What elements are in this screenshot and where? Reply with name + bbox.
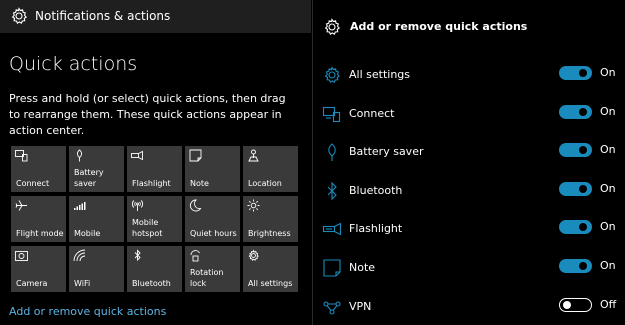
airplane-icon bbox=[15, 199, 28, 212]
row-label: All settings bbox=[349, 68, 410, 81]
gear-icon bbox=[322, 65, 342, 85]
moon-icon bbox=[189, 199, 202, 212]
bluetooth-icon bbox=[322, 181, 342, 201]
battery-saver-icon bbox=[322, 142, 342, 162]
tile-rotation-lock[interactable]: Rotation lock bbox=[185, 246, 240, 292]
row-label: Battery saver bbox=[349, 145, 424, 158]
tile-bluetooth[interactable]: Bluetooth bbox=[127, 246, 182, 292]
toggle-state: On bbox=[600, 105, 616, 118]
tile-flashlight[interactable]: Flashlight bbox=[127, 146, 182, 192]
notifications-pane: Notifications & actions Quick actions Pr… bbox=[0, 0, 311, 325]
vpn-icon bbox=[322, 297, 342, 317]
tile-connect[interactable]: Connect bbox=[11, 146, 66, 192]
gear-icon bbox=[322, 17, 342, 37]
gear-icon bbox=[247, 249, 260, 262]
gear-icon bbox=[9, 6, 29, 26]
location-icon bbox=[247, 149, 260, 162]
description-text: Press and hold (or select) quick actions… bbox=[9, 92, 286, 137]
flashlight-icon bbox=[131, 149, 144, 162]
tile-note[interactable]: Note bbox=[185, 146, 240, 192]
toggle-switch[interactable] bbox=[559, 259, 592, 273]
tile-battery-saver[interactable]: Battery saver bbox=[69, 146, 124, 192]
connect-icon bbox=[322, 104, 342, 124]
camera-icon bbox=[15, 249, 28, 262]
page-header: Notifications & actions bbox=[0, 0, 311, 33]
tile-camera[interactable]: Camera bbox=[11, 246, 66, 292]
toggle-state: On bbox=[600, 182, 616, 195]
tile-all-settings[interactable]: All settings bbox=[243, 246, 298, 292]
hotspot-icon bbox=[131, 199, 144, 212]
flashlight-icon bbox=[322, 219, 342, 239]
bluetooth-icon bbox=[131, 249, 144, 262]
tile-brightness[interactable]: Brightness bbox=[243, 196, 298, 242]
battery-saver-icon bbox=[73, 149, 86, 162]
note-icon bbox=[322, 258, 342, 278]
tile-quiet-hours[interactable]: Quiet hours bbox=[185, 196, 240, 242]
toggle-switch[interactable] bbox=[559, 66, 592, 80]
add-remove-pane: Add or remove quick actions All settings… bbox=[312, 0, 625, 325]
signal-icon bbox=[73, 199, 86, 212]
row-all-settings: All settings On bbox=[313, 61, 625, 91]
toggle-state: On bbox=[600, 220, 616, 233]
row-flashlight: Flashlight On bbox=[313, 215, 625, 245]
tile-location[interactable]: Location bbox=[243, 146, 298, 192]
row-note: Note On bbox=[313, 254, 625, 284]
note-icon bbox=[189, 149, 202, 162]
tile-mobile[interactable]: Mobile bbox=[69, 196, 124, 242]
row-connect: Connect On bbox=[313, 100, 625, 130]
toggle-switch[interactable] bbox=[559, 182, 592, 196]
row-label: VPN bbox=[349, 300, 372, 313]
add-remove-quick-actions-link[interactable]: Add or remove quick actions bbox=[9, 305, 166, 319]
row-vpn: VPN Off bbox=[313, 293, 625, 323]
connect-icon bbox=[15, 149, 28, 162]
row-label: Note bbox=[349, 261, 376, 274]
toggle-state: On bbox=[600, 259, 616, 272]
toggle-switch[interactable] bbox=[559, 105, 592, 119]
row-battery-saver: Battery saver On bbox=[313, 138, 625, 168]
row-label: Connect bbox=[349, 107, 395, 120]
rotation-lock-icon bbox=[189, 249, 202, 262]
sun-icon bbox=[247, 199, 260, 212]
toggle-switch[interactable] bbox=[559, 298, 592, 312]
tile-wifi[interactable]: WiFi bbox=[69, 246, 124, 292]
row-bluetooth: Bluetooth On bbox=[313, 177, 625, 207]
tile-mobile-hotspot[interactable]: Mobile hotspot bbox=[127, 196, 182, 242]
toggle-state: On bbox=[600, 66, 616, 79]
section-title: Quick actions bbox=[9, 53, 138, 75]
toggle-switch[interactable] bbox=[559, 143, 592, 157]
row-label: Flashlight bbox=[349, 222, 403, 235]
panel-title: Add or remove quick actions bbox=[350, 20, 528, 33]
quick-actions-grid: Connect Battery saver Flashlight Note Lo… bbox=[11, 146, 301, 294]
tile-flight-mode[interactable]: Flight mode bbox=[11, 196, 66, 242]
page-header-title: Notifications & actions bbox=[35, 9, 171, 23]
wifi-icon bbox=[73, 249, 86, 262]
row-label: Bluetooth bbox=[349, 184, 403, 197]
toggle-switch[interactable] bbox=[559, 220, 592, 234]
toggle-state: Off bbox=[600, 298, 617, 311]
toggle-state: On bbox=[600, 143, 616, 156]
